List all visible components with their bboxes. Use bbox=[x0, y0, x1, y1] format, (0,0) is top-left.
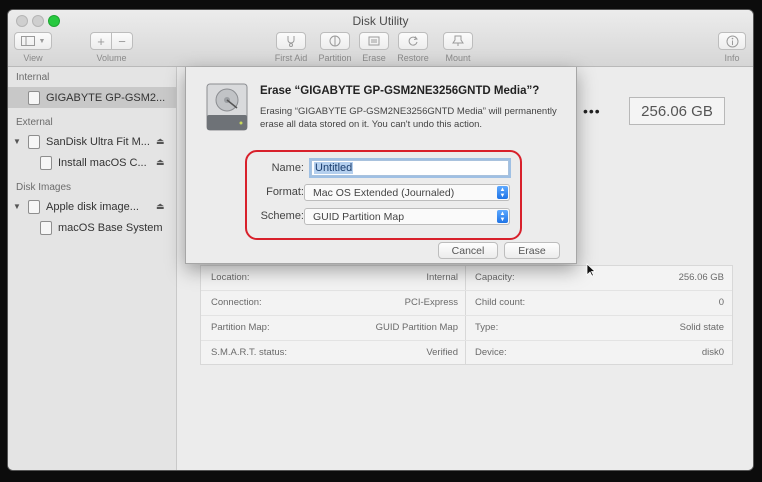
info-row: Connection: PCI-Express Child count: 0 bbox=[201, 290, 732, 315]
info-row: Location: Internal Capacity: 256.06 GB bbox=[201, 266, 732, 290]
disk-utility-window: Disk Utility ▼ View + − Volume First Aid… bbox=[8, 10, 753, 470]
info-value: 0 bbox=[718, 297, 724, 308]
annotation-highlight bbox=[245, 150, 522, 240]
sidebar-item-label: Install macOS C... bbox=[58, 156, 147, 169]
partition-button[interactable] bbox=[320, 32, 350, 50]
disk-info-table: Location: Internal Capacity: 256.06 GB C… bbox=[200, 265, 733, 365]
info-icon bbox=[726, 35, 739, 48]
info-label: Info bbox=[724, 53, 740, 63]
info-value: Internal bbox=[426, 272, 458, 283]
cancel-button[interactable]: Cancel bbox=[438, 242, 498, 259]
hard-drive-icon bbox=[206, 83, 248, 131]
first-aid-button[interactable] bbox=[276, 32, 306, 50]
sidebar-item-label: macOS Base System bbox=[58, 221, 163, 234]
sidebar-section-external: External bbox=[16, 117, 53, 128]
erase-toolbar-button[interactable] bbox=[359, 32, 389, 50]
info-label: Type: bbox=[475, 322, 499, 333]
restore-label: Restore bbox=[397, 53, 429, 63]
sidebar-item-macos-base-system[interactable]: macOS Base System bbox=[8, 217, 176, 238]
add-volume-button[interactable]: + bbox=[90, 32, 112, 50]
view-label: View bbox=[23, 53, 43, 63]
volume-icon bbox=[40, 220, 52, 235]
sidebar-item-gigabyte[interactable]: GIGABYTE GP-GSM2... bbox=[8, 87, 176, 108]
info-value: disk0 bbox=[701, 347, 724, 358]
info-value: Verified bbox=[426, 347, 458, 358]
partition-icon bbox=[329, 35, 341, 47]
ellipsis: ••• bbox=[583, 103, 601, 119]
sheet-title: Erase “GIGABYTE GP-GSM2NE3256GNTD Media”… bbox=[260, 85, 540, 97]
info-label: Connection: bbox=[211, 297, 262, 308]
sidebar-item-sandisk[interactable]: ▼ SanDisk Ultra Fit M... ⏏ bbox=[8, 131, 176, 152]
sidebar-section-internal: Internal bbox=[16, 72, 50, 83]
erase-icon bbox=[368, 35, 380, 47]
info-value: Solid state bbox=[679, 322, 724, 333]
info-label: Partition Map: bbox=[211, 322, 270, 333]
window-title: Disk Utility bbox=[352, 14, 409, 28]
stethoscope-icon bbox=[285, 35, 297, 47]
mount-icon bbox=[452, 35, 464, 47]
chevron-down-icon: ▼ bbox=[38, 37, 46, 45]
sidebar-item-label: GIGABYTE GP-GSM2... bbox=[46, 91, 166, 104]
sidebar-icon bbox=[20, 36, 35, 46]
disk-size-display: 256.06 GB bbox=[629, 97, 725, 125]
info-value: PCI-Express bbox=[404, 297, 458, 308]
sidebar: Internal GIGABYTE GP-GSM2... External ▼ … bbox=[8, 67, 177, 470]
restore-button[interactable] bbox=[398, 32, 428, 50]
info-label: Capacity: bbox=[475, 272, 515, 283]
disclosure-triangle-icon[interactable]: ▼ bbox=[13, 137, 21, 146]
eject-icon[interactable]: ⏏ bbox=[156, 136, 165, 147]
disk-icon bbox=[28, 199, 40, 214]
info-label: Location: bbox=[211, 272, 250, 283]
volume-icon bbox=[40, 155, 52, 170]
partition-label: Partition bbox=[318, 53, 352, 63]
eject-icon[interactable]: ⏏ bbox=[156, 201, 165, 212]
sheet-description: Erasing “GIGABYTE GP-GSM2NE3256GNTD Medi… bbox=[260, 106, 557, 130]
info-row: S.M.A.R.T. status: Verified Device: disk… bbox=[201, 340, 732, 365]
erase-toolbar-label: Erase bbox=[362, 53, 386, 63]
toolbar: Disk Utility ▼ View + − Volume First Aid… bbox=[8, 10, 753, 67]
info-row: Partition Map: GUID Partition Map Type: … bbox=[201, 315, 732, 340]
erase-button[interactable]: Erase bbox=[504, 242, 560, 259]
disk-icon bbox=[28, 90, 40, 105]
mount-button[interactable] bbox=[443, 32, 473, 50]
sidebar-item-apple-disk-image[interactable]: ▼ Apple disk image... ⏏ bbox=[8, 196, 176, 217]
disclosure-triangle-icon[interactable]: ▼ bbox=[13, 202, 21, 211]
sidebar-item-label: Apple disk image... bbox=[46, 200, 139, 213]
view-button[interactable]: ▼ bbox=[14, 32, 52, 50]
eject-icon[interactable]: ⏏ bbox=[156, 157, 165, 168]
info-label: Device: bbox=[475, 347, 507, 358]
info-button[interactable] bbox=[718, 32, 746, 50]
mouse-pointer-icon bbox=[586, 263, 597, 280]
info-label: S.M.A.R.T. status: bbox=[211, 347, 288, 358]
info-value: 256.06 GB bbox=[678, 272, 724, 283]
sidebar-section-disk-images: Disk Images bbox=[16, 182, 72, 193]
first-aid-label: First Aid bbox=[274, 53, 308, 63]
disk-icon bbox=[28, 134, 40, 149]
mount-label: Mount bbox=[445, 53, 471, 63]
sidebar-item-install-macos[interactable]: Install macOS C... ⏏ bbox=[8, 152, 176, 173]
info-value: GUID Partition Map bbox=[375, 322, 458, 333]
remove-volume-button[interactable]: − bbox=[111, 32, 133, 50]
info-label: Child count: bbox=[475, 297, 526, 308]
volume-label: Volume bbox=[96, 53, 127, 63]
restore-icon bbox=[407, 35, 419, 47]
sidebar-item-label: SanDisk Ultra Fit M... bbox=[46, 135, 150, 148]
